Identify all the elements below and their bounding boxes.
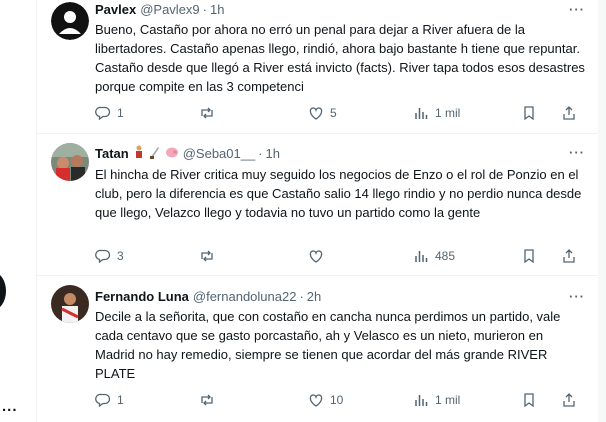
user-handle[interactable]: @Seba01__ <box>183 146 255 162</box>
like-button[interactable] <box>308 247 324 265</box>
separator-dot: · <box>202 2 207 17</box>
bookmark-button[interactable] <box>521 104 537 122</box>
avatar[interactable] <box>51 143 89 181</box>
tweet-text: Decile a la señorita, que con costaño en… <box>95 309 561 381</box>
like-count: 10 <box>330 393 344 407</box>
knife-icon <box>149 145 161 163</box>
like-count: 5 <box>330 106 337 120</box>
view-count: 485 <box>435 249 456 263</box>
more-options-icon[interactable]: ··· <box>569 2 585 17</box>
share-button[interactable] <box>561 247 577 265</box>
figure-icon <box>133 145 145 163</box>
like-button[interactable]: 10 <box>308 391 343 409</box>
tweet-actions: 1 5 1 mil <box>95 104 585 122</box>
separator-dot: · <box>258 146 263 161</box>
views-icon <box>415 251 428 262</box>
bookmark-icon <box>524 106 534 121</box>
tweet-actions: 3 485 <box>95 247 585 265</box>
view-count: 1 mil <box>435 106 461 120</box>
left-sidebar: ... <box>0 0 36 422</box>
display-name[interactable]: Pavlex <box>95 2 136 18</box>
tweet[interactable]: Pavlex @Pavlex9 · 1h ··· Bueno, Castaño … <box>37 0 599 134</box>
reply-button[interactable]: 1 <box>95 104 124 122</box>
heart-icon <box>309 107 323 120</box>
views-icon <box>415 108 428 119</box>
share-button[interactable] <box>561 391 577 409</box>
retweet-icon <box>201 107 213 119</box>
heart-icon <box>309 394 323 407</box>
share-button[interactable] <box>561 104 577 122</box>
tweet-header: Tatan @Seba01__ · 1h <box>95 145 585 163</box>
reply-icon <box>95 106 111 121</box>
timestamp[interactable]: 1h <box>266 146 280 162</box>
views-button[interactable]: 1 mil <box>413 104 460 122</box>
reply-count: 1 <box>117 393 124 407</box>
reply-feed: Pavlex @Pavlex9 · 1h ··· Bueno, Castaño … <box>36 0 600 422</box>
pig-icon <box>165 146 179 162</box>
bookmark-button[interactable] <box>521 391 537 409</box>
views-button[interactable]: 485 <box>413 247 455 265</box>
more-options-icon[interactable]: ··· <box>569 145 585 160</box>
more-menu-button[interactable]: ... <box>2 398 18 415</box>
reply-count: 1 <box>117 106 124 120</box>
reply-icon <box>95 249 111 264</box>
right-scroll-edge <box>598 0 606 422</box>
share-icon <box>563 393 575 407</box>
timestamp[interactable]: 2h <box>307 289 321 305</box>
more-options-icon[interactable]: ··· <box>569 289 585 304</box>
views-button[interactable]: 1 mil <box>413 391 460 409</box>
tweet-actions: 1 10 1 mil <box>95 391 585 409</box>
reply-button[interactable]: 1 <box>95 391 124 409</box>
display-name[interactable]: Tatan <box>95 146 129 162</box>
avatar[interactable] <box>51 285 89 323</box>
views-icon <box>415 395 428 406</box>
reply-count: 3 <box>117 249 124 263</box>
tweet-header: Pavlex @Pavlex9 · 1h <box>95 2 585 18</box>
like-button[interactable]: 5 <box>308 104 337 122</box>
bookmark-icon <box>524 249 534 264</box>
retweet-button[interactable] <box>199 247 215 265</box>
user-handle[interactable]: @fernandoluna22 <box>193 289 297 305</box>
retweet-button[interactable] <box>199 104 215 122</box>
separator-dot: · <box>299 289 304 304</box>
bookmark-button[interactable] <box>521 247 537 265</box>
tweet[interactable]: Fernando Luna @fernandoluna22 · 2h ··· D… <box>37 275 599 422</box>
share-icon <box>563 249 575 263</box>
reply-icon <box>95 393 111 408</box>
view-count: 1 mil <box>435 393 461 407</box>
tweet[interactable]: Tatan @Seba01__ · 1h ··· El hincha de Ri… <box>37 133 599 276</box>
account-avatar[interactable] <box>0 272 6 310</box>
user-handle[interactable]: @Pavlex9 <box>140 2 199 18</box>
tweet-header: Fernando Luna @fernandoluna22 · 2h <box>95 289 585 305</box>
heart-icon <box>309 250 323 263</box>
retweet-icon <box>201 394 213 406</box>
timestamp[interactable]: 1h <box>210 2 224 18</box>
tweet-text: Bueno, Castaño por ahora no erró un pena… <box>95 22 585 94</box>
avatar[interactable] <box>51 2 89 40</box>
retweet-icon <box>201 250 213 262</box>
tweet-text: El hincha de River critica muy seguido l… <box>95 167 582 220</box>
reply-button[interactable]: 3 <box>95 247 124 265</box>
bookmark-icon <box>524 393 534 408</box>
retweet-button[interactable] <box>199 391 215 409</box>
display-name[interactable]: Fernando Luna <box>95 289 189 305</box>
share-icon <box>563 106 575 120</box>
